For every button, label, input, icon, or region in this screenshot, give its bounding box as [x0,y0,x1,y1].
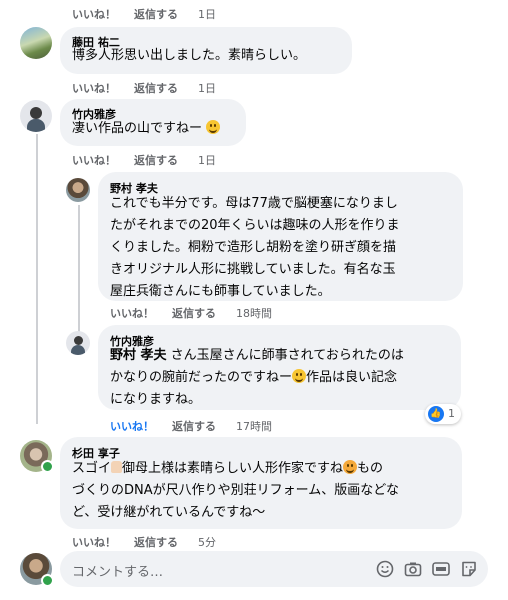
comment-text-line: たがそれまでの20年くらいは趣味の人形を作りま [110,218,400,233]
online-status-dot [41,460,54,473]
sticker-icon[interactable] [460,560,478,578]
like-button[interactable]: いいね！ [110,305,154,321]
comment-text: 博多人形思い出しました。素晴らしい。 [72,48,307,63]
reply-button[interactable]: 返信する [172,305,216,321]
reaction-count: 1 [448,407,455,420]
avatar[interactable] [66,178,90,202]
comment-text-line: きオリジナル人形に挑戦していました。有名な玉 [110,262,396,277]
comment-actions: いいね！ 返信する 17時間 [110,418,310,434]
comment-text-segment: 作品は良い記念 [306,370,398,385]
comment-text-line: これでも半分です。母は77歳で脳梗塞になりまし [110,196,398,211]
emoji-icon[interactable] [376,560,394,578]
comment-actions: いいね！ 返信する 5分 [72,534,272,550]
comment-actions: いいね！ 返信する 18時間 [110,305,310,321]
online-status-dot [41,574,54,587]
timestamp[interactable]: 18時間 [236,305,272,321]
thumbs-up-emoji-icon [111,461,123,473]
timestamp[interactable]: 1日 [198,80,216,96]
comment-text: これでも半分です。母は77歳で脳梗塞になりまし たがそれまでの20年くらいは趣味… [110,193,455,303]
timestamp[interactable]: 1日 [198,6,216,22]
comment-text-segment: もの [357,461,384,476]
reply-button[interactable]: 返信する [134,152,178,168]
smiling-emoji-icon [343,460,358,474]
camera-icon[interactable] [404,560,422,578]
mention-link[interactable]: 野村 孝夫 [110,348,167,363]
comment-text-line: ど、受け継がれているんですね〜 [72,505,266,520]
reaction-summary[interactable]: 👍 1 [425,404,461,424]
thread-line [36,134,38,424]
like-button[interactable]: いいね！ [110,418,154,434]
comment-text: スゴイ 御母上様は素晴らしい人形作家ですね もの づくりのDNAが尺八作りや別荘リフ… [72,458,457,524]
comment-actions: いいね！ 返信する 1日 [72,80,272,96]
comment-input[interactable]: コメントする… [72,561,163,580]
comment-text-line: づくりのDNAが尺八作りや別荘リフォーム、版画などな [72,483,399,498]
comment-text: 凄い作品の山ですねー [72,118,221,140]
comment-text-segment: さん玉屋さんに師事されておられたのは [170,348,404,363]
comment-text-line: くりました。桐粉で造形し胡粉を塗り研ぎ顔を描 [110,240,397,255]
comment-actions: いいね！ 返信する 1日 [72,6,272,22]
comment-text-segment: 御母上様は素晴らしい人形作家ですね [122,461,344,476]
comment-actions: いいね！ 返信する 1日 [72,152,272,168]
comment-text: 野村 孝夫 さん玉屋さんに師事されておられたのは かなりの腕前だったのですねー作… [110,345,455,411]
reply-button[interactable]: 返信する [134,80,178,96]
reply-button[interactable]: 返信する [172,418,216,434]
comment-text-line: になりますね。 [110,392,202,407]
avatar[interactable] [66,331,90,355]
reply-button[interactable]: 返信する [134,534,178,550]
grinning-emoji-icon [292,369,307,383]
avatar[interactable] [20,100,52,132]
comment-text-segment: かなりの腕前だったのですねー [110,370,293,385]
comment-text-segment: 凄い作品の山ですねー [72,121,203,136]
thread-line [78,205,80,335]
like-button[interactable]: いいね！ [72,152,116,168]
like-reaction-icon: 👍 [428,406,444,422]
timestamp[interactable]: 5分 [198,534,216,550]
timestamp[interactable]: 1日 [198,152,216,168]
grinning-emoji-icon [206,120,221,134]
comment-text-segment: スゴイ [72,461,112,476]
like-button[interactable]: いいね！ [72,80,116,96]
comment-text-line: 屋庄兵衛さんにも師事していました。 [110,284,331,299]
comment-composer[interactable]: コメントする… [60,551,488,587]
like-button[interactable]: いいね！ [72,6,116,22]
avatar[interactable] [20,27,52,59]
gif-icon[interactable] [432,560,450,578]
timestamp[interactable]: 17時間 [236,418,272,434]
reply-button[interactable]: 返信する [134,6,178,22]
like-button[interactable]: いいね！ [72,534,116,550]
